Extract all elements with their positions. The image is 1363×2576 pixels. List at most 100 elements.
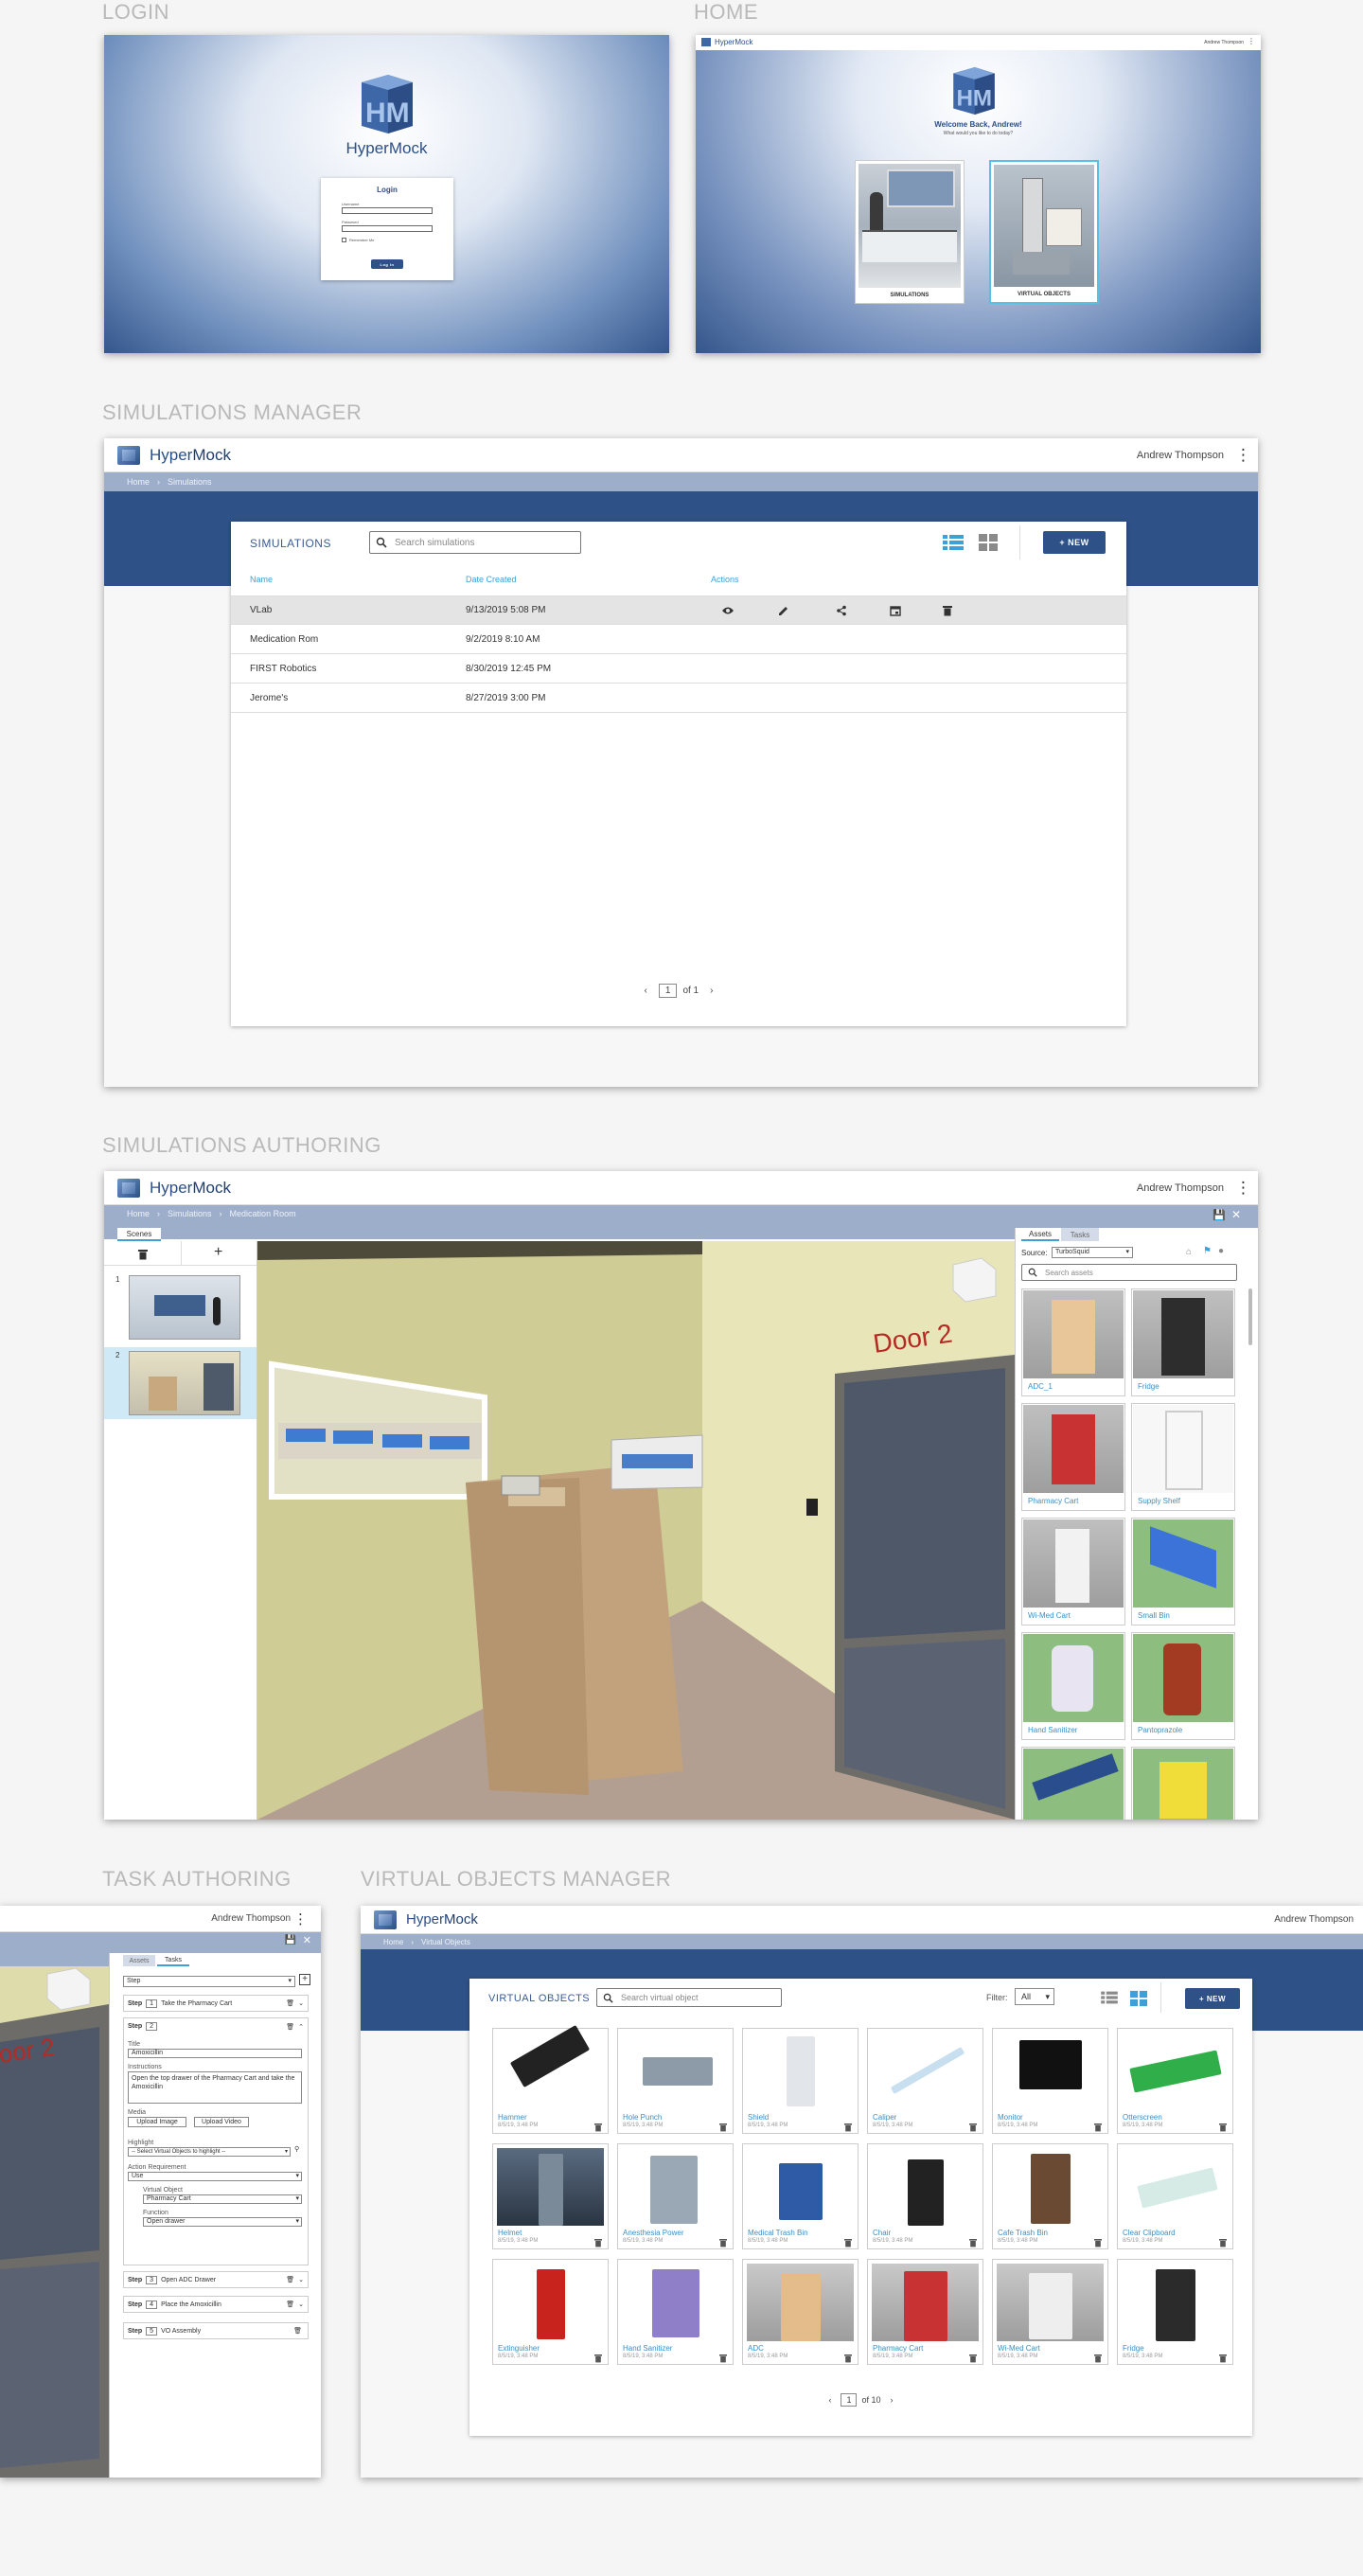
page-number-input[interactable]: 1 [841,2393,858,2407]
add-step-icon[interactable]: + [299,1974,310,1985]
upload-image-button[interactable]: Upload Image [128,2117,186,2127]
trash-icon[interactable] [844,2351,852,2368]
row-name[interactable]: FIRST Robotics [250,664,316,674]
tab-tasks[interactable]: Tasks [1061,1228,1099,1241]
user-name[interactable]: Andrew Thompson [1137,450,1224,461]
virtual-object-tile[interactable]: Pharmacy Cart 8/5/19, 3:48 PM [867,2259,983,2365]
scrollbar[interactable] [1248,1288,1252,1345]
step-number[interactable]: 3 [146,2275,158,2284]
upload-video-button[interactable]: Upload Video [194,2117,249,2127]
trash-icon[interactable]: 🗑 [286,2023,294,2031]
virtual-object-tile[interactable]: Hand Sanitizer 8/5/19, 3:48 PM [617,2259,734,2365]
trash-icon[interactable] [943,605,952,616]
list-view-icon[interactable] [943,533,964,552]
step-header[interactable]: Step 2 🗑 ⌃ [128,2022,304,2031]
home-icon[interactable]: ⌂ [1186,1247,1192,1257]
step-item[interactable]: Step 5 VO Assembly 🗑 [123,2322,309,2339]
virtual-object-tile[interactable]: Anesthesia Power 8/5/19, 3:48 PM [617,2143,734,2249]
prev-page-icon[interactable]: ‹ [828,2395,831,2405]
step-number[interactable]: 4 [146,2300,158,2309]
trash-icon[interactable] [1219,2235,1227,2252]
trash-icon[interactable] [719,2235,727,2252]
virtual-object-name[interactable]: Medical Trash Bin [748,2229,808,2237]
asset-card[interactable]: ADC_1 [1021,1288,1125,1396]
add-scene-icon[interactable]: + [214,1244,222,1261]
chevron-up-icon[interactable]: ⌃ [298,2023,304,2031]
virtual-object-tile[interactable]: Otterscreen 8/5/19, 3:48 PM [1117,2028,1233,2134]
asset-card[interactable] [1021,1747,1125,1820]
virtual-object-name[interactable]: Wi-Med Cart [998,2344,1040,2353]
trash-icon[interactable] [719,2120,727,2137]
trash-icon[interactable] [1094,2235,1102,2252]
virtual-object-tile[interactable]: Hole Punch 8/5/19, 3:48 PM [617,2028,734,2134]
chevron-down-icon[interactable]: ⌄ [298,2301,304,2308]
trash-icon[interactable]: 🗑 [286,1999,294,2007]
delete-scene-icon[interactable] [138,1248,148,1265]
trash-icon[interactable] [594,2120,602,2137]
table-row[interactable]: FIRST Robotics 8/30/2019 12:45 PM [231,654,1126,684]
virtual-object-name[interactable]: Pharmacy Cart [873,2344,923,2353]
user-name[interactable]: Andrew Thompson [1274,1914,1354,1925]
save-icon[interactable]: 💾 [285,1935,296,1945]
tab-scenes[interactable]: Scenes [117,1228,161,1241]
home-user-name[interactable]: Andrew Thompson [1204,40,1244,45]
person-icon[interactable]: ● [1218,1246,1224,1256]
virtual-object-name[interactable]: ADC [748,2344,764,2353]
scene-item[interactable]: 1 [104,1273,257,1341]
virtual-object-name[interactable]: Cafe Trash Bin [998,2229,1048,2237]
virtual-object-name[interactable]: Fridge [1123,2344,1144,2353]
scene-item-selected[interactable]: 2 [104,1347,257,1419]
asset-card[interactable]: Supply Shelf [1131,1403,1235,1511]
next-page-icon[interactable]: › [710,986,713,996]
highlight-select[interactable]: -- Select Virtual Objects to highlight -… [128,2147,291,2157]
trash-icon[interactable] [844,2120,852,2137]
virtual-object-name[interactable]: Extinguisher [498,2344,540,2353]
new-virtual-object-button[interactable]: + NEW [1185,1988,1240,2009]
asset-card[interactable]: Pharmacy Cart [1021,1403,1125,1511]
breadcrumb-home[interactable]: Home [127,477,150,487]
breadcrumb-home[interactable]: Home [127,1209,150,1218]
next-page-icon[interactable]: › [891,2395,894,2405]
virtual-object-tile[interactable]: Cafe Trash Bin 8/5/19, 3:48 PM [992,2143,1108,2249]
row-name[interactable]: Jerome's [250,693,288,703]
kebab-menu-icon[interactable]: ⋮ [1235,1180,1251,1196]
row-name[interactable]: Medication Rom [250,634,318,645]
trash-icon[interactable] [594,2235,602,2252]
kebab-menu-icon[interactable]: ⋮ [293,1910,308,1928]
virtual-object-name[interactable]: Chair [873,2229,891,2237]
trash-icon[interactable] [844,2235,852,2252]
share-icon[interactable] [836,605,847,616]
tab-assets[interactable]: Assets [123,1955,155,1966]
trash-icon[interactable] [594,2351,602,2368]
remember-checkbox[interactable] [342,238,346,242]
asset-card[interactable]: Wi-Med Cart [1021,1518,1125,1626]
search-virtual-object-input[interactable]: Search virtual object [596,1988,782,2007]
column-header-date[interactable]: Date Created [466,575,517,584]
asset-card[interactable]: Pantoprazole [1131,1632,1235,1740]
asset-card[interactable] [1131,1747,1235,1820]
highlight-tool-icon[interactable]: ⚲ [294,2145,299,2153]
trash-icon[interactable] [969,2120,977,2137]
breadcrumb-simulations[interactable]: Simulations [168,477,212,487]
kebab-menu-icon[interactable]: ⋮ [1235,447,1251,463]
trash-icon[interactable] [1219,2120,1227,2137]
user-name[interactable]: Andrew Thompson [1137,1182,1224,1194]
step-number[interactable]: 5 [146,2326,158,2336]
filter-select[interactable]: All ▾ [1015,1988,1054,2005]
grid-view-icon[interactable] [1130,1990,1147,2007]
source-select[interactable]: TurboSquid ▾ [1052,1247,1133,1258]
trash-icon[interactable] [719,2351,727,2368]
user-name[interactable]: Andrew Thompson [211,1913,291,1924]
virtual-object-name[interactable]: Helmet [498,2229,522,2237]
list-view-icon[interactable] [1100,1990,1119,2005]
virtual-object-tile[interactable]: Extinguisher 8/5/19, 3:48 PM [492,2259,609,2365]
step-number[interactable]: 2 [146,2022,158,2031]
virtual-object-name[interactable]: Shield [748,2113,769,2122]
virtual-object-tile[interactable]: Wi-Med Cart 8/5/19, 3:48 PM [992,2259,1108,2365]
virtual-object-tile[interactable]: Shield 8/5/19, 3:48 PM [742,2028,859,2134]
trash-icon[interactable] [969,2351,977,2368]
virtual-object-tile[interactable]: Fridge 8/5/19, 3:48 PM [1117,2259,1233,2365]
login-button[interactable]: Log In [371,259,403,269]
asset-card[interactable]: Fridge [1131,1288,1235,1396]
virtual-object-name[interactable]: Hole Punch [623,2113,662,2122]
